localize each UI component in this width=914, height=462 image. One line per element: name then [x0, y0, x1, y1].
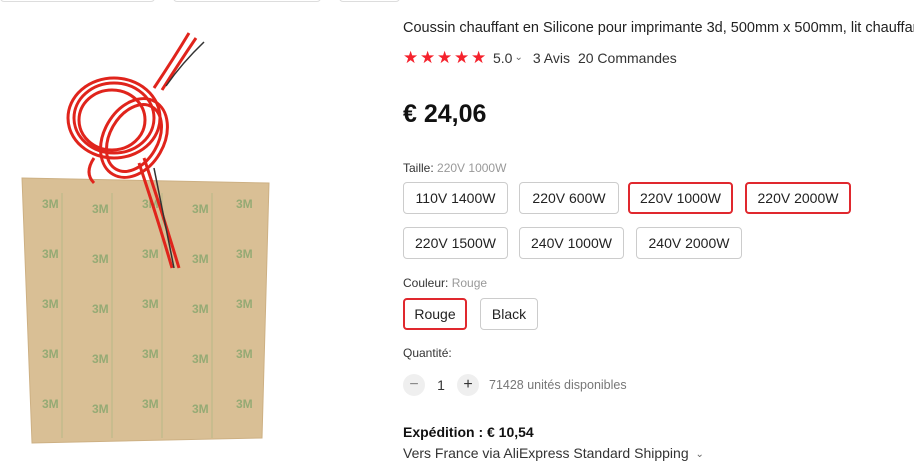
svg-text:3M: 3M: [92, 252, 109, 266]
stock-available: 71428 unités disponibles: [489, 378, 627, 392]
color-option-rouge[interactable]: Rouge: [403, 298, 467, 330]
svg-text:3M: 3M: [142, 347, 159, 361]
thumbnail-item[interactable]: [339, 0, 400, 2]
svg-text:3M: 3M: [142, 397, 159, 411]
svg-text:3M: 3M: [192, 352, 209, 366]
size-option-220v-1000w[interactable]: 220V 1000W: [628, 182, 733, 214]
star-icon: ★: [403, 48, 419, 67]
rating-stars: ★ ★ ★ ★ ★: [403, 48, 487, 67]
svg-text:3M: 3M: [236, 397, 253, 411]
svg-text:3M: 3M: [192, 402, 209, 416]
svg-text:3M: 3M: [142, 247, 159, 261]
svg-text:3M: 3M: [92, 202, 109, 216]
svg-text:3M: 3M: [236, 347, 253, 361]
orders-count: 20 Commandes: [577, 50, 677, 66]
product-title: Coussin chauffant en Silicone pour impri…: [403, 20, 914, 36]
product-image[interactable]: 3M 3M 3M 3M 3M 3M 3M 3M 3M 3M 3M 3M 3M 3M 3M 3M 3M 3M 3…: [14, 18, 284, 448]
svg-text:3M: 3M: [192, 252, 209, 266]
size-option-240v-1000w[interactable]: 240V 1000W: [519, 227, 624, 259]
reviews-link[interactable]: 3 Avis: [533, 50, 570, 66]
star-icon: ★: [437, 48, 453, 67]
size-option-110v-1400w[interactable]: 110V 1400W: [403, 182, 508, 214]
size-option-220v-1500w[interactable]: 220V 1500W: [403, 227, 508, 259]
svg-text:3M: 3M: [236, 197, 253, 211]
color-label: Couleur: Rouge: [403, 276, 487, 290]
svg-text:3M: 3M: [92, 402, 109, 416]
quantity-input[interactable]: 1: [425, 377, 457, 393]
svg-text:3M: 3M: [92, 302, 109, 316]
star-icon: ★: [420, 48, 436, 67]
svg-text:3M: 3M: [142, 297, 159, 311]
thumbnail-strip: [0, 0, 400, 6]
thumbnail-item[interactable]: [173, 0, 321, 2]
size-label-text: Taille:: [403, 161, 434, 175]
size-option-240v-2000w[interactable]: 240V 2000W: [636, 227, 742, 259]
svg-text:3M: 3M: [236, 297, 253, 311]
star-icon: ★: [454, 48, 470, 67]
rating-row: ★ ★ ★ ★ ★ 5.0 ⌄ 3 Avis 20 Commandes: [403, 48, 677, 67]
chevron-down-icon[interactable]: ⌄: [514, 52, 522, 63]
rating-value[interactable]: 5.0: [493, 50, 512, 66]
quantity-decrease-button[interactable]: −: [403, 374, 425, 396]
svg-text:3M: 3M: [236, 247, 253, 261]
svg-text:3M: 3M: [192, 302, 209, 316]
svg-text:3M: 3M: [42, 297, 59, 311]
quantity-increase-button[interactable]: +: [457, 374, 479, 396]
shipping-method[interactable]: Vers France via AliExpress Standard Ship…: [403, 445, 714, 461]
size-option-220v-2000w[interactable]: 220V 2000W: [745, 182, 851, 214]
heating-pad-image: 3M 3M 3M 3M 3M 3M 3M 3M 3M 3M 3M 3M 3M 3M 3M 3M 3M 3M 3…: [21, 32, 270, 444]
shipping-cost: Expédition : € 10,54: [403, 424, 534, 440]
svg-text:3M: 3M: [42, 347, 59, 361]
size-label: Taille: 220V 1000W: [403, 161, 506, 175]
size-selected-value: 220V 1000W: [437, 161, 507, 175]
svg-text:3M: 3M: [42, 397, 59, 411]
quantity-label: Quantité:: [403, 346, 452, 360]
svg-text:3M: 3M: [92, 352, 109, 366]
chevron-down-icon[interactable]: ⌄: [696, 449, 704, 460]
quantity-stepper: − 1 + 71428 unités disponibles: [403, 374, 627, 396]
size-option-220v-600w[interactable]: 220V 600W: [519, 182, 619, 214]
thumbnail-item[interactable]: [0, 0, 155, 2]
svg-text:3M: 3M: [192, 202, 209, 216]
svg-text:3M: 3M: [42, 197, 59, 211]
color-option-black[interactable]: Black: [480, 298, 538, 330]
star-icon: ★: [471, 48, 487, 67]
product-price: € 24,06: [403, 100, 487, 128]
svg-text:3M: 3M: [42, 247, 59, 261]
color-selected-value: Rouge: [451, 276, 488, 290]
product-info-panel: Coussin chauffant en Silicone pour impri…: [403, 0, 914, 462]
shipping-method-text: Vers France via AliExpress Standard Ship…: [403, 445, 689, 461]
color-label-text: Couleur:: [403, 276, 449, 290]
